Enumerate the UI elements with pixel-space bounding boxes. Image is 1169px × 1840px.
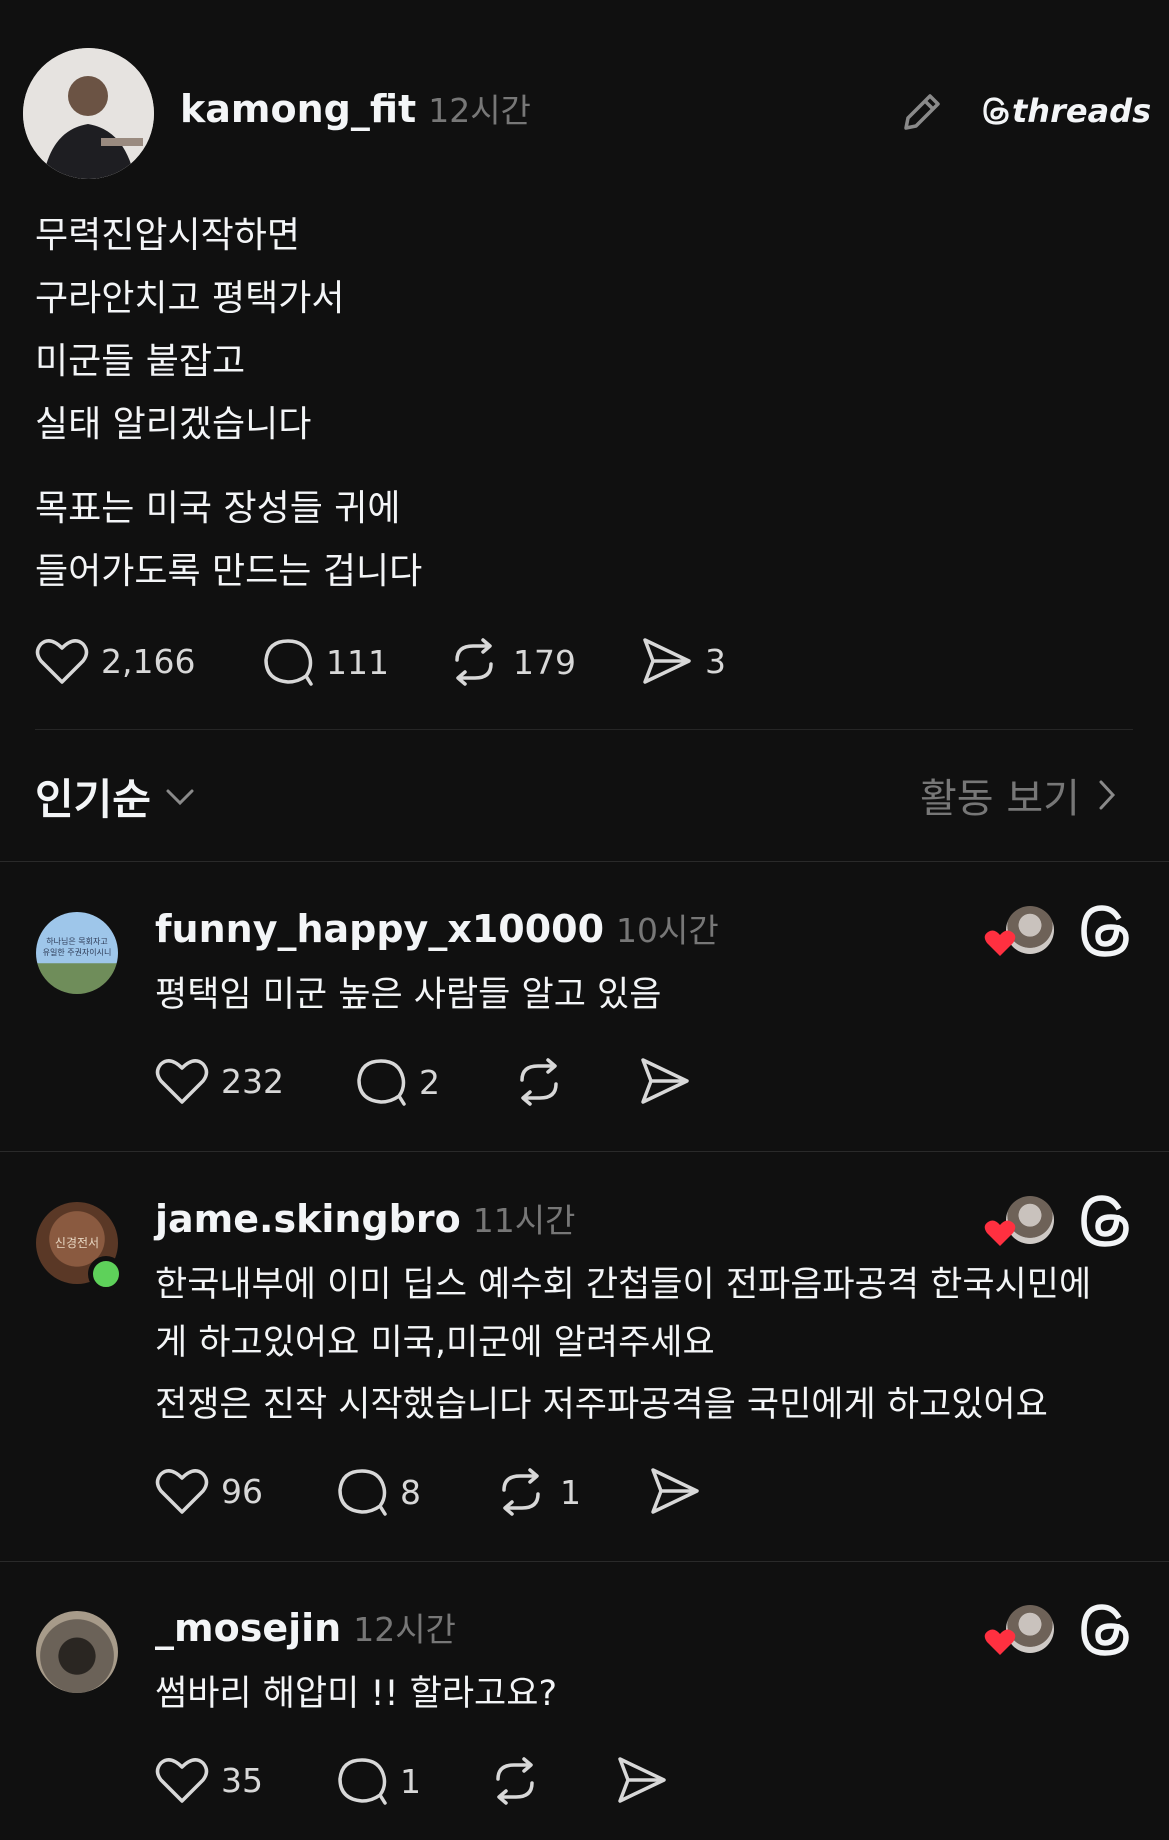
like-button[interactable]: 232	[155, 1056, 284, 1106]
comment-icon	[355, 1056, 407, 1108]
avatar-caption: 하나님은 목회자고	[46, 937, 108, 946]
heart-icon	[155, 1755, 209, 1805]
author-avatar[interactable]	[23, 48, 154, 179]
threads-brand[interactable]: threads	[982, 92, 1151, 130]
heart-filled-icon	[984, 1218, 1016, 1248]
heart-icon	[35, 636, 89, 686]
comment-time: 12시간	[353, 1610, 456, 1649]
online-indicator	[88, 1256, 124, 1292]
share-button[interactable]: 3	[641, 636, 726, 686]
reply-button[interactable]: 1	[336, 1755, 421, 1807]
sort-dropdown[interactable]: 인기순	[35, 766, 195, 827]
like-count: 232	[221, 1061, 284, 1101]
repost-icon	[488, 1755, 542, 1807]
activity-label: 활동 보기	[920, 776, 1080, 822]
heart-filled-icon	[984, 1627, 1016, 1657]
reply-count: 1	[400, 1761, 421, 1801]
reply-count: 8	[400, 1472, 421, 1512]
comment-icon	[336, 1466, 388, 1518]
avatar-caption: 유일한 주권자이시니	[42, 948, 112, 957]
threads-icon[interactable]	[1079, 903, 1131, 959]
post-line: 구라안치고 평택가서	[35, 278, 345, 319]
comment-line: 평택임 미군 높은 사람들 알고 있음	[155, 975, 662, 1015]
repost-button[interactable]	[488, 1755, 554, 1807]
author-username[interactable]: kamong_fit	[180, 87, 416, 131]
reply-count: 111	[326, 642, 389, 682]
like-count: 96	[221, 1471, 263, 1511]
post-line: 실태 알리겠습니다	[35, 404, 312, 445]
commenter-username[interactable]: funny_happy_x10000	[155, 907, 604, 951]
view-activity-link[interactable]: 활동 보기	[920, 766, 1116, 824]
share-count: 3	[705, 641, 726, 681]
heart-icon	[155, 1056, 209, 1106]
pencil-icon[interactable]	[898, 88, 946, 136]
comment-time: 11시간	[472, 1201, 576, 1240]
comment-body: 썸바리 해압미 !! 할라고요?	[155, 1665, 557, 1723]
threads-wordmark: threads	[1012, 92, 1152, 130]
repost-icon	[512, 1056, 566, 1108]
post-time: 12시간	[428, 91, 531, 130]
like-button[interactable]: 2,166	[35, 636, 195, 686]
repost-icon	[494, 1466, 548, 1518]
send-icon	[641, 636, 693, 686]
comment-body: 한국내부에 이미 딥스 예수회 간첩들이 전파음파공격 한국시민에 게 하고있어…	[155, 1256, 1145, 1434]
like-count: 2,166	[101, 641, 196, 681]
send-icon	[649, 1466, 701, 1516]
like-button[interactable]: 96	[155, 1466, 263, 1516]
comment-line: 한국내부에 이미 딥스 예수회 간첩들이 전파음파공격 한국시민에	[155, 1265, 1092, 1305]
share-button[interactable]	[649, 1466, 713, 1516]
post-line: 들어가도록 만드는 겁니다	[35, 551, 423, 592]
comment-line: 게 하고있어요 미국,미군에 알려주세요	[155, 1323, 715, 1363]
repost-count: 179	[513, 642, 576, 682]
comment-icon	[336, 1755, 388, 1807]
comment-icon	[262, 636, 314, 688]
repost-button[interactable]: 179	[447, 636, 576, 688]
heart-icon	[155, 1466, 209, 1516]
threads-icon[interactable]	[1079, 1602, 1131, 1658]
comment-divider	[0, 1561, 1169, 1562]
repost-icon	[447, 636, 501, 688]
chevron-down-icon	[165, 787, 195, 807]
commenter-avatar[interactable]	[36, 1611, 118, 1693]
repost-button[interactable]	[512, 1056, 578, 1108]
reply-button[interactable]: 111	[262, 636, 389, 688]
reply-button[interactable]: 8	[336, 1466, 421, 1518]
post-body-2: 목표는 미국 장성들 귀에 들어가도록 만드는 겁니다	[35, 477, 422, 603]
threads-logo-icon	[982, 96, 1010, 126]
send-icon	[616, 1755, 668, 1805]
send-icon	[639, 1056, 691, 1106]
repost-count: 1	[560, 1472, 581, 1512]
post-line: 미군들 붙잡고	[35, 341, 246, 382]
commenter-avatar[interactable]: 하나님은 목회자고 유일한 주권자이시니	[36, 912, 118, 994]
post-body: 무력진압시작하면 구라안치고 평택가서 미군들 붙잡고 실태 알리겠습니다	[35, 204, 345, 456]
reply-count: 2	[419, 1062, 440, 1102]
threads-icon[interactable]	[1079, 1193, 1131, 1249]
share-button[interactable]	[639, 1056, 703, 1106]
comment-body: 평택임 미군 높은 사람들 알고 있음	[155, 966, 661, 1024]
post-line: 무력진압시작하면	[35, 215, 300, 256]
like-button[interactable]: 35	[155, 1755, 263, 1805]
commenter-username[interactable]: jame.skingbro	[155, 1197, 461, 1241]
sort-label: 인기순	[35, 775, 151, 824]
post-divider	[35, 729, 1133, 730]
section-divider	[0, 861, 1169, 862]
like-count: 35	[221, 1760, 263, 1800]
comment-line: 전쟁은 진작 시작했습니다 저주파공격을 국민에게 하고있어요	[155, 1385, 1048, 1425]
commenter-username[interactable]: _mosejin	[155, 1606, 341, 1650]
avatar-caption: 신경전서	[54, 1236, 100, 1250]
comment-line: 썸바리 해압미 !! 할라고요?	[155, 1674, 558, 1714]
share-button[interactable]	[616, 1755, 680, 1805]
post-line: 목표는 미국 장성들 귀에	[35, 488, 401, 529]
chevron-right-icon	[1098, 779, 1116, 811]
comment-divider	[0, 1151, 1169, 1152]
heart-filled-icon	[984, 928, 1016, 958]
reply-button[interactable]: 2	[355, 1056, 440, 1108]
comment-time: 10시간	[616, 911, 719, 950]
repost-button[interactable]: 1	[494, 1466, 581, 1518]
